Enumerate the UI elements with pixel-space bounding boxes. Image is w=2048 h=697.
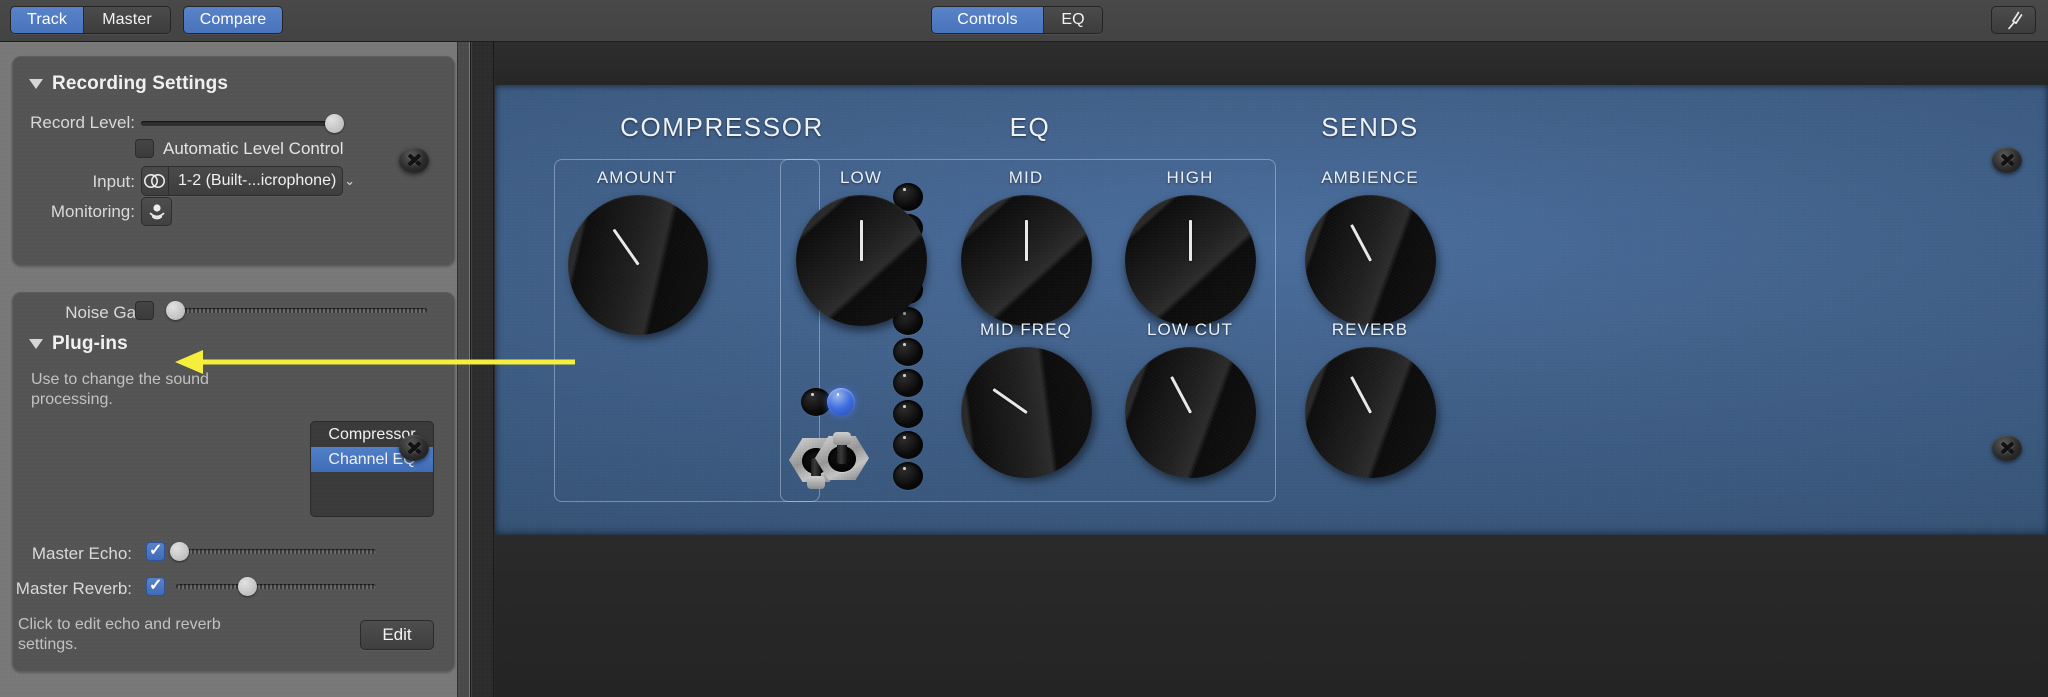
controls-eq-segmented-control[interactable]: Controls EQ [931, 6, 1103, 34]
knob-pointer [1350, 375, 1372, 414]
eq-led [827, 388, 855, 416]
master-reverb-slider-track[interactable] [176, 584, 376, 589]
screw-top-right [1992, 147, 2022, 173]
knob-body[interactable] [1281, 323, 1460, 502]
disclosure-triangle-icon[interactable] [29, 79, 43, 89]
edit-help-text: Click to edit echo and reverb settings. [18, 616, 221, 653]
input-label: Input: [92, 172, 135, 191]
toolbar: Track Master Compare Controls EQ [0, 0, 2048, 42]
sidebar-scrollbar[interactable] [457, 42, 469, 697]
record-level-label: Record Level: [30, 113, 135, 132]
knob-pointer [1189, 219, 1192, 261]
noise-gate-checkbox[interactable] [135, 301, 154, 320]
tab-eq[interactable]: EQ [1044, 7, 1102, 33]
knob-pointer [860, 219, 863, 261]
knob-pointer [1170, 375, 1192, 414]
knob-body[interactable] [1101, 323, 1280, 502]
eq-midfreq-knob[interactable] [935, 321, 1118, 504]
rack-rail-left [472, 42, 494, 697]
disclosure-triangle-icon[interactable] [29, 339, 43, 349]
automatic-level-control-checkbox[interactable] [135, 139, 154, 158]
edit-button[interactable]: Edit [360, 620, 434, 650]
rack-area: COMPRESSOR AMOUNT EQ LOW MID HIGH MID FR… [399, 42, 2048, 697]
eq-low-knob[interactable] [782, 181, 941, 330]
noise-gate-slider-knob[interactable] [166, 301, 185, 320]
plugins-disclosure[interactable]: Plug-ins [29, 333, 128, 355]
record-level-slider-knob[interactable] [325, 114, 344, 133]
monitoring-label: Monitoring: [50, 202, 135, 221]
compare-button-group[interactable]: Compare [183, 6, 283, 34]
track-master-segmented-control[interactable]: Track Master [10, 6, 171, 34]
automatic-level-control-label: Automatic Level Control [163, 139, 344, 158]
master-echo-label: Master Echo: [31, 544, 132, 563]
stereo-pair-icon [142, 167, 169, 195]
knob-pointer [1350, 223, 1372, 262]
knob-body[interactable] [540, 167, 736, 363]
knob-body[interactable] [1125, 195, 1256, 326]
input-value: 1-2 (Built-...icrophone) [178, 172, 337, 189]
eq-lowcut-knob[interactable] [1101, 323, 1280, 502]
knob-body[interactable] [935, 321, 1118, 504]
compressor-amount-knob[interactable] [540, 167, 736, 363]
eq-heading: EQ [1009, 112, 1051, 142]
recording-settings-disclosure[interactable]: Recording Settings [29, 73, 228, 95]
plugins-help-text: Use to change the sound processing. [31, 371, 209, 408]
compressor-heading: COMPRESSOR [620, 112, 824, 142]
monitoring-icon [149, 203, 164, 219]
tab-controls[interactable]: Controls [932, 7, 1044, 33]
noise-gate-slider-track[interactable] [173, 308, 427, 313]
screw-bottom-right [1992, 435, 2022, 461]
plugins-title: Plug-ins [52, 333, 128, 354]
knob-pointer [611, 228, 640, 266]
master-echo-slider-track[interactable] [176, 549, 376, 554]
knob-pointer [1025, 219, 1028, 261]
record-level-slider-track[interactable] [141, 121, 341, 126]
chevron-down-icon[interactable]: ⌄ [344, 173, 365, 189]
monitoring-toggle-button[interactable] [141, 197, 172, 226]
eq-bypass-toggle[interactable] [813, 426, 871, 484]
master-echo-checkbox[interactable] [146, 540, 165, 561]
tuning-fork-icon [2007, 11, 2022, 30]
knob-pointer [992, 387, 1028, 414]
recording-settings-panel: Recording Settings Record Level: Automat… [12, 56, 455, 266]
tuner-button[interactable] [1991, 6, 2036, 34]
master-reverb-slider-knob[interactable] [238, 577, 257, 596]
screw-top-left [399, 147, 429, 173]
sends-ambience-knob[interactable] [1281, 171, 1460, 350]
rack-bottom-shadow [495, 535, 2048, 697]
effects-panel: COMPRESSOR AMOUNT EQ LOW MID HIGH MID FR… [399, 85, 2048, 535]
eq-mid-knob[interactable] [947, 181, 1106, 330]
sidebar: Recording Settings Record Level: Automat… [0, 42, 471, 697]
knob-body[interactable] [961, 195, 1092, 326]
tab-track[interactable]: Track [11, 7, 84, 33]
master-reverb-checkbox[interactable] [146, 575, 165, 596]
sends-reverb-knob[interactable] [1281, 323, 1460, 502]
compare-button[interactable]: Compare [184, 7, 282, 33]
recording-settings-title: Recording Settings [52, 73, 228, 94]
screw-bottom-left [399, 435, 429, 461]
eq-high-knob[interactable] [1111, 181, 1270, 330]
tab-master[interactable]: Master [84, 7, 170, 33]
sends-heading: SENDS [1321, 112, 1419, 142]
toggle-cap[interactable] [833, 432, 851, 445]
master-reverb-label: Master Reverb: [15, 579, 132, 598]
rack-top-shadow [495, 42, 2048, 85]
master-echo-slider-knob[interactable] [170, 542, 189, 561]
knob-body[interactable] [796, 195, 927, 326]
input-dropdown[interactable]: 1-2 (Built-...icrophone) ⌄ [141, 166, 355, 196]
